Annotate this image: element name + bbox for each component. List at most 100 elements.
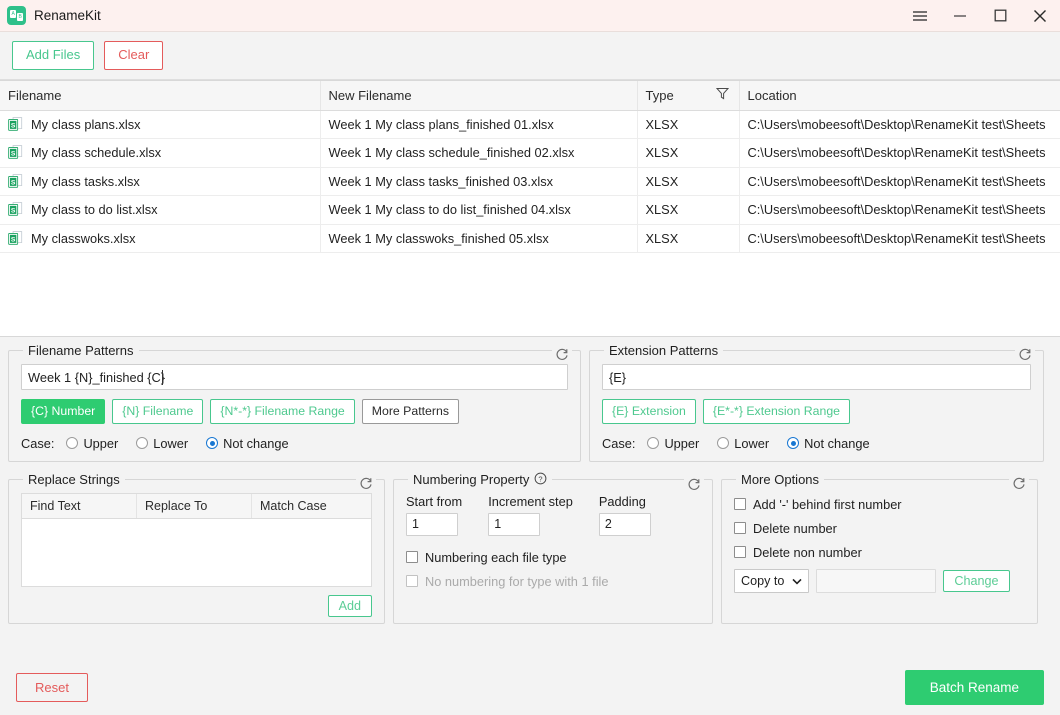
filename-text: My class tasks.xlsx bbox=[31, 173, 140, 189]
cell-filename: S My class tasks.xlsx bbox=[0, 167, 321, 196]
column-header-find-text[interactable]: Find Text bbox=[22, 493, 137, 518]
replace-strings-table[interactable]: Find Text Replace To Match Case bbox=[21, 492, 372, 587]
delete-number-label: Delete number bbox=[753, 520, 837, 536]
table-row[interactable]: S My class schedule.xlsx Week 1 My class s… bbox=[0, 138, 1060, 168]
cell-location: C:\Users\mobeesoft\Desktop\RenameKit tes… bbox=[739, 224, 1060, 253]
cell-filename: S My class to do list.xlsx bbox=[0, 195, 321, 225]
column-header-location[interactable]: Location bbox=[739, 81, 1060, 111]
numbering-property-legend-text: Numbering Property bbox=[413, 472, 530, 488]
filename-patterns-panel: Filename Patterns {C} Number {N} Filenam… bbox=[8, 343, 581, 462]
no-numbering-single-file-checkbox[interactable]: No numbering for type with 1 file bbox=[406, 574, 700, 589]
clear-button[interactable]: Clear bbox=[104, 41, 164, 70]
minimize-icon[interactable] bbox=[940, 0, 980, 32]
settings-panels: Filename Patterns {C} Number {N} Filenam… bbox=[0, 337, 1060, 624]
extension-case-not-change-label: Not change bbox=[804, 435, 870, 451]
pattern-tag-extension[interactable]: {E} Extension bbox=[602, 399, 696, 424]
menu-icon[interactable] bbox=[900, 0, 940, 32]
column-header-type[interactable]: Type bbox=[637, 81, 740, 111]
more-options-refresh-icon[interactable] bbox=[1009, 476, 1029, 491]
start-from-label: Start from bbox=[406, 493, 463, 509]
add-replace-rule-button[interactable]: Add bbox=[327, 594, 372, 617]
no-numbering-single-file-label: No numbering for type with 1 file bbox=[425, 573, 609, 589]
help-icon[interactable]: ? bbox=[534, 472, 547, 488]
more-options-panel: More Options Add '-' behind first number… bbox=[721, 471, 1038, 624]
pattern-tag-number[interactable]: {C} Number bbox=[21, 399, 106, 424]
xlsx-file-icon: S bbox=[8, 173, 23, 188]
padding-field: Padding bbox=[598, 493, 651, 536]
column-header-new-filename[interactable]: New Filename bbox=[320, 81, 638, 111]
cell-type: XLSX bbox=[637, 138, 740, 168]
svg-text:S: S bbox=[11, 236, 16, 243]
numbering-property-refresh-icon[interactable] bbox=[684, 477, 704, 492]
radio-icon bbox=[647, 437, 660, 450]
extension-case-label: Case: bbox=[602, 435, 636, 451]
patterns-row: Filename Patterns {C} Number {N} Filenam… bbox=[8, 343, 1052, 462]
replace-strings-refresh-icon[interactable] bbox=[356, 476, 376, 491]
column-header-replace-to[interactable]: Replace To bbox=[137, 493, 252, 518]
filename-patterns-refresh-icon[interactable] bbox=[552, 348, 572, 362]
svg-text:?: ? bbox=[539, 474, 543, 483]
more-patterns-button[interactable]: More Patterns bbox=[361, 399, 459, 424]
filter-icon[interactable] bbox=[715, 87, 729, 103]
delete-number-checkbox[interactable]: Delete number bbox=[734, 521, 1025, 536]
extension-patterns-refresh-icon[interactable] bbox=[1015, 348, 1035, 362]
start-from-input[interactable] bbox=[406, 512, 458, 536]
copy-to-path-input[interactable] bbox=[816, 568, 937, 593]
radio-icon bbox=[717, 437, 730, 450]
increment-step-input[interactable] bbox=[488, 512, 541, 536]
replace-strings-body[interactable] bbox=[22, 518, 371, 586]
numbering-property-panel: Numbering Property ? Start from Incremen… bbox=[393, 471, 713, 624]
copy-to-select-label: Copy to bbox=[741, 573, 785, 588]
delete-non-number-label: Delete non number bbox=[753, 544, 862, 560]
xlsx-file-icon: S bbox=[8, 116, 23, 131]
extension-case-upper[interactable]: Upper bbox=[647, 436, 699, 451]
cell-new-filename: Week 1 My class to do list_finished 04.x… bbox=[320, 195, 638, 225]
table-row[interactable]: S My class plans.xlsx Week 1 My class plan… bbox=[0, 110, 1060, 139]
cell-type: XLSX bbox=[637, 195, 740, 225]
file-table-body: S My class plans.xlsx Week 1 My class plan… bbox=[0, 110, 1060, 253]
cell-type: XLSX bbox=[637, 167, 740, 196]
pattern-tag-filename-range[interactable]: {N*-*} Filename Range bbox=[210, 399, 355, 424]
cell-filename: S My class plans.xlsx bbox=[0, 110, 321, 139]
extension-case-lower[interactable]: Lower bbox=[717, 436, 769, 451]
pattern-tag-filename[interactable]: {N} Filename bbox=[112, 399, 204, 424]
toolbar: Add Files Clear bbox=[0, 32, 1060, 80]
extension-case-upper-label: Upper bbox=[664, 435, 700, 451]
file-table-container[interactable]: Filename New Filename Type Location S My … bbox=[0, 80, 1060, 337]
padding-input[interactable] bbox=[598, 512, 651, 536]
column-header-filename[interactable]: Filename bbox=[0, 81, 321, 111]
table-row[interactable]: S My classwoks.xlsx Week 1 My classwoks_fi… bbox=[0, 224, 1060, 253]
cell-new-filename: Week 1 My class plans_finished 01.xlsx bbox=[320, 110, 638, 139]
filename-case-not-change[interactable]: Not change bbox=[206, 436, 289, 451]
window-title: RenameKit bbox=[34, 8, 101, 23]
change-button[interactable]: Change bbox=[943, 569, 1010, 592]
batch-rename-button[interactable]: Batch Rename bbox=[904, 670, 1044, 705]
checkbox-icon bbox=[734, 498, 746, 511]
pattern-tag-extension-range[interactable]: {E*-*} Extension Range bbox=[702, 399, 850, 424]
xlsx-file-icon: S bbox=[8, 230, 23, 245]
radio-icon bbox=[66, 437, 79, 450]
filename-case-lower[interactable]: Lower bbox=[136, 436, 188, 451]
filename-text: My classwoks.xlsx bbox=[31, 230, 136, 246]
table-row[interactable]: S My class to do list.xlsx Week 1 My class… bbox=[0, 195, 1060, 225]
filename-case-label: Case: bbox=[21, 435, 55, 451]
delete-non-number-checkbox[interactable]: Delete non number bbox=[734, 545, 1025, 560]
maximize-icon[interactable] bbox=[980, 0, 1020, 32]
extension-patterns-legend: Extension Patterns bbox=[609, 343, 719, 358]
filename-pattern-input[interactable] bbox=[21, 364, 568, 390]
extension-pattern-input[interactable] bbox=[602, 364, 1031, 390]
numbering-each-file-type-checkbox[interactable]: Numbering each file type bbox=[406, 550, 700, 565]
checkbox-icon bbox=[406, 575, 418, 588]
add-dash-behind-first-number-checkbox[interactable]: Add '-' behind first number bbox=[734, 497, 1025, 512]
close-icon[interactable] bbox=[1020, 0, 1060, 32]
extension-case-not-change[interactable]: Not change bbox=[787, 435, 870, 451]
chevron-down-icon bbox=[792, 574, 802, 588]
checkbox-icon bbox=[734, 522, 746, 535]
column-header-match-case[interactable]: Match Case bbox=[252, 494, 371, 518]
filename-case-upper[interactable]: Upper bbox=[66, 436, 118, 451]
copy-to-select[interactable]: Copy to bbox=[734, 568, 810, 593]
padding-label: Padding bbox=[598, 493, 646, 509]
table-row[interactable]: S My class tasks.xlsx Week 1 My class task… bbox=[0, 167, 1060, 196]
add-files-button[interactable]: Add Files bbox=[12, 41, 95, 70]
reset-button[interactable]: Reset bbox=[16, 673, 88, 702]
